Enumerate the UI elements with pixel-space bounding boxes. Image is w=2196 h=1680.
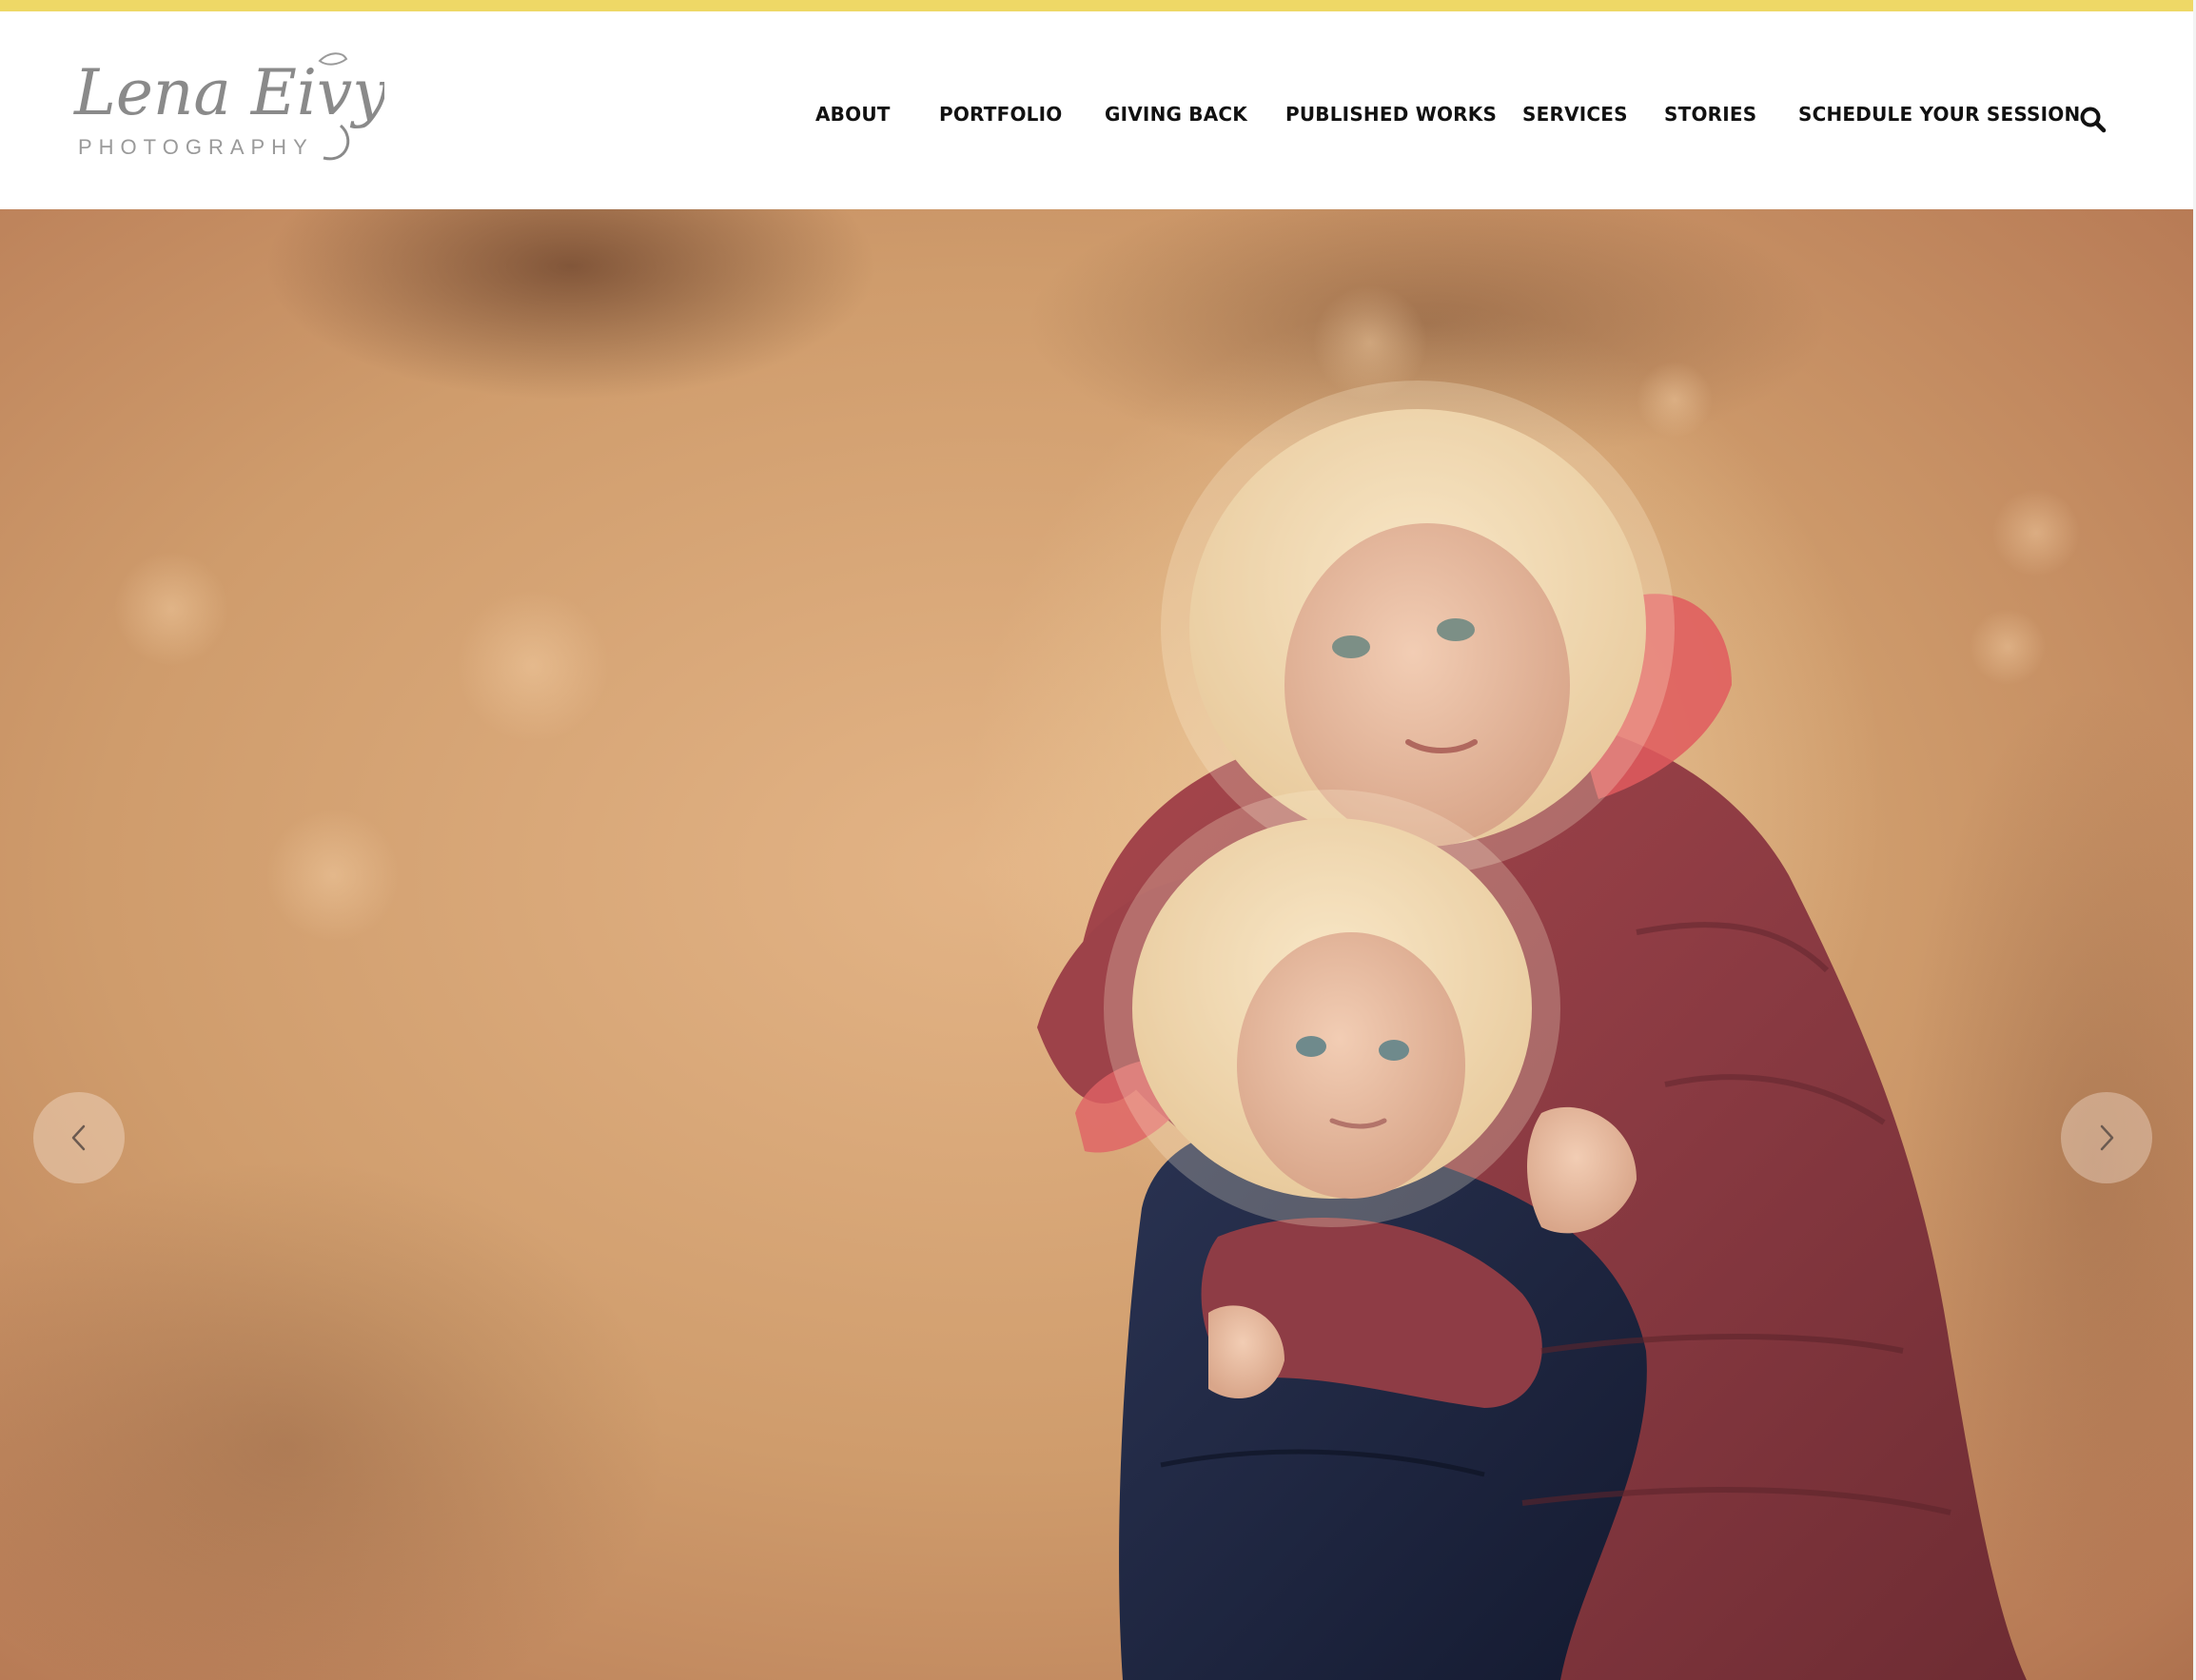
nav-item-schedule-your-session[interactable]: SCHEDULE YOUR SESSION <box>1798 99 2080 129</box>
page: Lena Eivy PHOTOGRAPHY ABOUT PORTFOLIO GI… <box>0 0 2196 1680</box>
nav-item-portfolio[interactable]: PORTFOLIO <box>939 99 1062 129</box>
hero-photo <box>0 209 2193 1680</box>
search-icon <box>2080 107 2107 133</box>
nav-item-about[interactable]: ABOUT <box>815 99 891 129</box>
site-header: Lena Eivy PHOTOGRAPHY ABOUT PORTFOLIO GI… <box>0 11 2193 209</box>
nav-item-stories[interactable]: STORIES <box>1664 99 1756 129</box>
nav-item-giving-back[interactable]: GIVING BACK <box>1105 99 1247 129</box>
hero-slider <box>0 209 2193 1680</box>
main-nav: ABOUT PORTFOLIO GIVING BACK PUBLISHED WO… <box>0 99 2196 137</box>
slider-next-button[interactable] <box>2061 1092 2152 1183</box>
chevron-right-icon <box>2100 1124 2114 1151</box>
slider-prev-button[interactable] <box>33 1092 125 1183</box>
nav-item-services[interactable]: SERVICES <box>1522 99 1628 129</box>
logo-subtitle-text: PHOTOGRAPHY <box>78 135 314 159</box>
top-accent-stripe <box>0 0 2196 11</box>
nav-item-published-works[interactable]: PUBLISHED WORKS <box>1285 99 1497 129</box>
chevron-left-icon <box>71 1124 86 1151</box>
search-button[interactable] <box>2078 105 2108 135</box>
